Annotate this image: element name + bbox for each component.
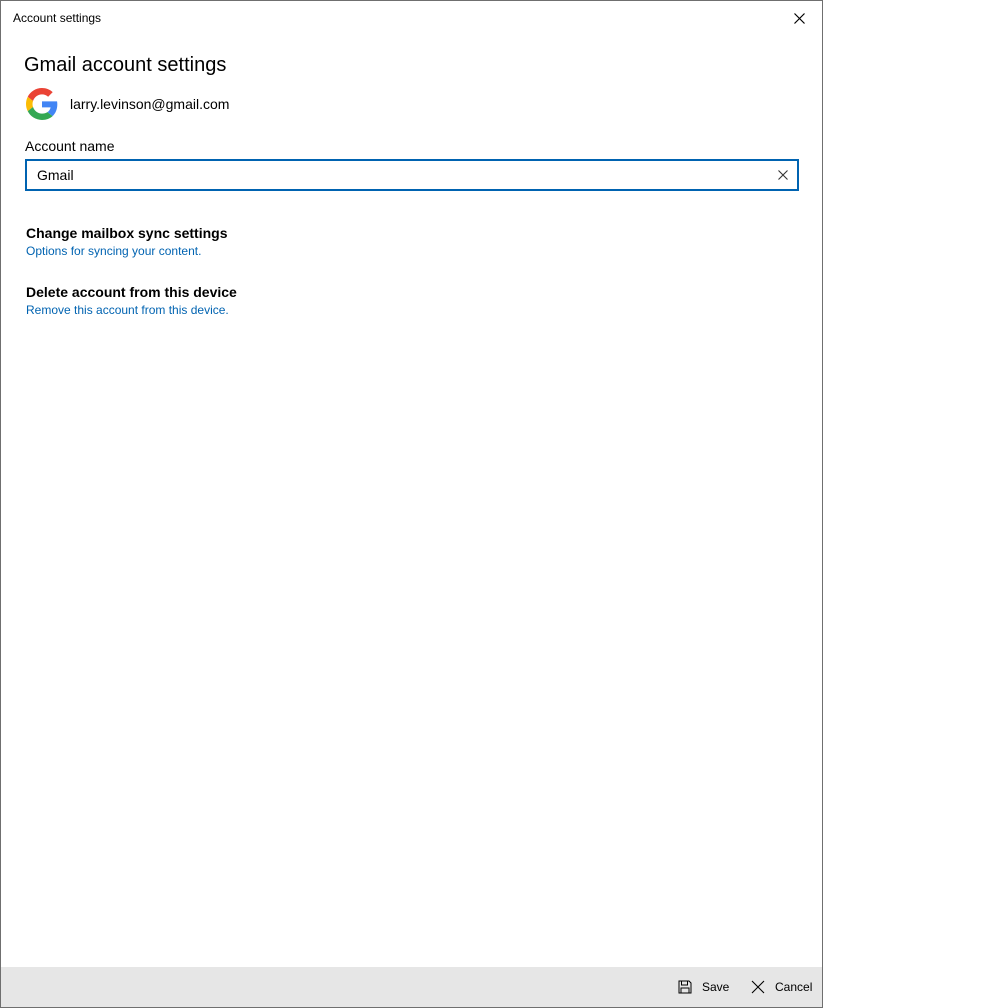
account-name-field (25, 159, 799, 191)
footer-bar: Save Cancel (1, 967, 822, 1007)
sync-settings-section: Change mailbox sync settings Options for… (26, 225, 228, 258)
clear-icon (778, 170, 788, 180)
delete-account-section: Delete account from this device Remove t… (26, 284, 237, 317)
clear-text-button[interactable] (773, 165, 793, 185)
page-title: Gmail account settings (24, 54, 227, 76)
cancel-button[interactable]: Cancel (751, 973, 812, 1001)
save-button[interactable]: Save (678, 973, 729, 1001)
delete-account-title: Delete account from this device (26, 284, 237, 300)
google-logo-icon (26, 88, 58, 120)
cancel-label: Cancel (775, 980, 813, 994)
save-icon (678, 980, 692, 994)
account-name-input[interactable] (37, 161, 767, 189)
account-row: larry.levinson@gmail.com (26, 87, 229, 121)
account-email: larry.levinson@gmail.com (70, 96, 230, 112)
account-settings-window: Account settings Gmail account settings … (0, 0, 823, 1008)
delete-account-link[interactable]: Remove this account from this device. (26, 303, 237, 317)
save-label: Save (702, 980, 730, 994)
close-button[interactable] (782, 4, 816, 32)
sync-settings-link[interactable]: Options for syncing your content. (26, 244, 228, 258)
sync-settings-title: Change mailbox sync settings (26, 225, 228, 241)
title-bar: Account settings (1, 1, 822, 34)
close-icon (793, 12, 805, 24)
account-name-label: Account name (25, 138, 115, 154)
cancel-icon (751, 980, 765, 994)
window-title: Account settings (13, 11, 102, 25)
